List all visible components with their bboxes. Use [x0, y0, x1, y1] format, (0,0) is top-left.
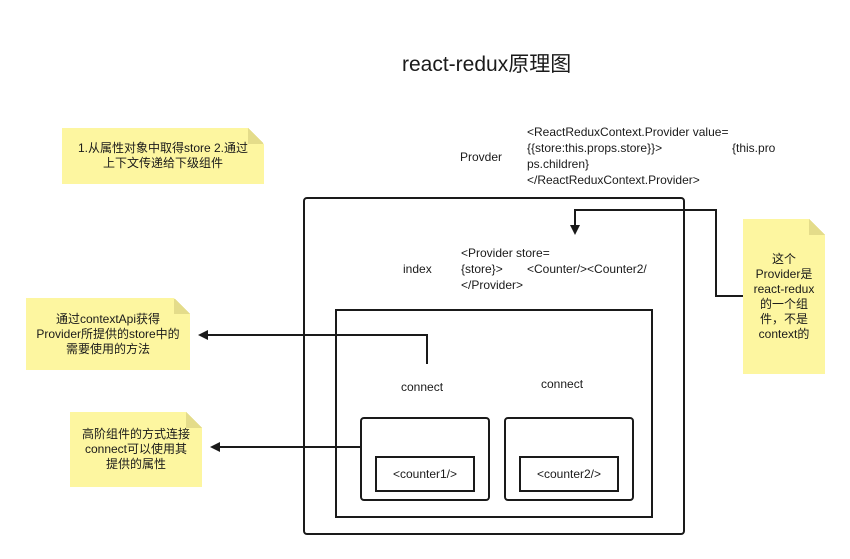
note-fold-icon: [186, 412, 202, 428]
connect-to-context-arrow: [198, 330, 428, 364]
note-fold-icon: [248, 128, 264, 144]
arrows-layer: [198, 209, 743, 452]
note-fold-icon: [174, 298, 190, 314]
note-fold-icon: [809, 219, 825, 235]
provider-note-arrow: [570, 209, 743, 297]
